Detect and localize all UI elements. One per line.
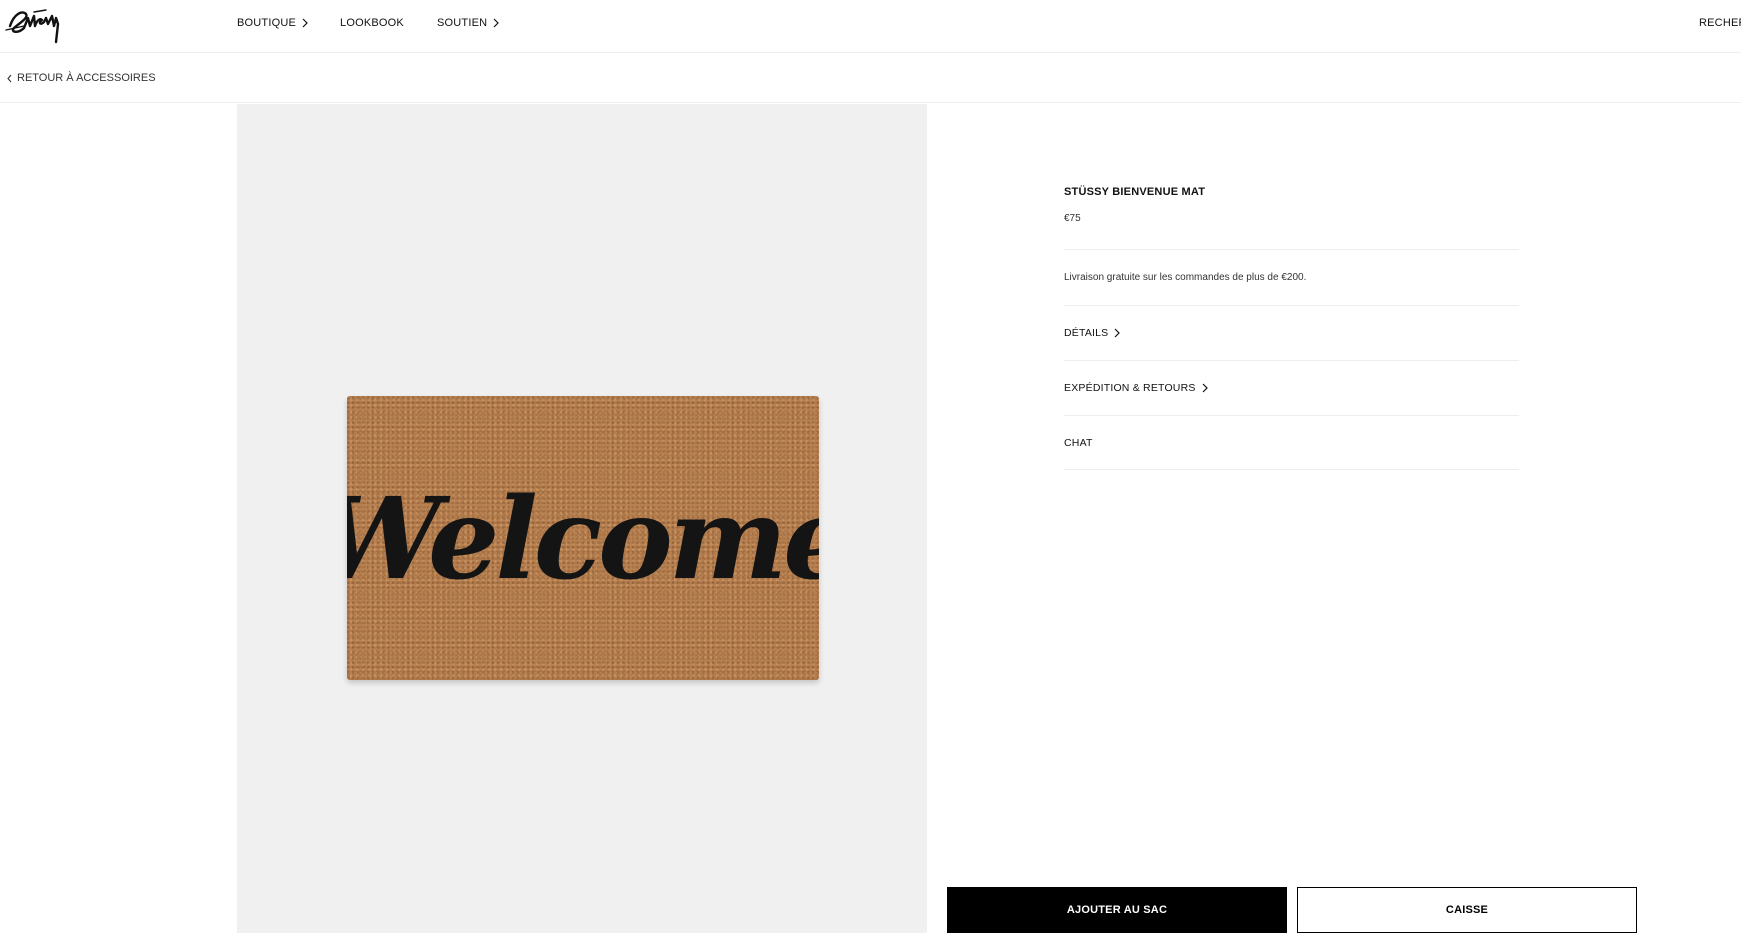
stussy-logo-mark (5, 9, 60, 44)
chat-link[interactable]: CHAT (1064, 416, 1519, 470)
product-info: STÜSSY BIENVENUE MAT €75 Livraison gratu… (1064, 180, 1519, 470)
welcome-mat-lettering: Welcome (347, 474, 819, 605)
stussy-logo[interactable] (4, 4, 64, 44)
details-accordion[interactable]: DÉTAILS (1064, 306, 1519, 361)
chevron-right-icon (1114, 328, 1121, 338)
chevron-left-icon (7, 74, 12, 82)
nav-item-label: SOUTIEN (437, 17, 488, 29)
chevron-right-icon (302, 18, 308, 28)
welcome-mat-image: Welcome (347, 396, 819, 680)
nav-item-boutique[interactable]: BOUTIQUE (237, 17, 308, 29)
breadcrumb: RETOUR À ACCESSOIRES (0, 54, 1741, 103)
product-title: STÜSSY BIENVENUE MAT (1064, 186, 1206, 198)
nav-item-label: BOUTIQUE (237, 17, 297, 29)
nav-item-lookbook[interactable]: LOOKBOOK (340, 17, 404, 29)
back-link-label: RETOUR À ACCESSOIRES (17, 72, 156, 84)
chevron-right-icon (493, 18, 500, 28)
chevron-right-icon (1202, 383, 1208, 393)
nav-item-label: LOOKBOOK (340, 17, 404, 29)
shipping-note: Livraison gratuite sur les commandes de … (1064, 272, 1307, 283)
nav-item-soutien[interactable]: SOUTIEN (437, 17, 500, 29)
product-price: €75 (1064, 213, 1081, 224)
chat-label: CHAT (1064, 436, 1093, 449)
product-image-panel[interactable]: Welcome (237, 104, 927, 933)
add-to-bag-button[interactable]: AJOUTER AU SAC (947, 887, 1287, 933)
site-header: BOUTIQUE LOOKBOOK SOUTIEN RECHERC (0, 0, 1741, 53)
search-link[interactable]: RECHERC (1699, 17, 1741, 29)
mat-lettering-text: Welcome (347, 474, 819, 605)
shipping-note-row: Livraison gratuite sur les commandes de … (1064, 250, 1519, 306)
details-label: DÉTAILS (1064, 327, 1109, 339)
shipping-returns-accordion[interactable]: EXPÉDITION & RETOURS (1064, 361, 1519, 416)
checkout-button[interactable]: CAISSE (1297, 887, 1637, 933)
back-to-accessories-link[interactable]: RETOUR À ACCESSOIRES (7, 72, 156, 84)
shipping-returns-label: EXPÉDITION & RETOURS (1064, 382, 1196, 394)
